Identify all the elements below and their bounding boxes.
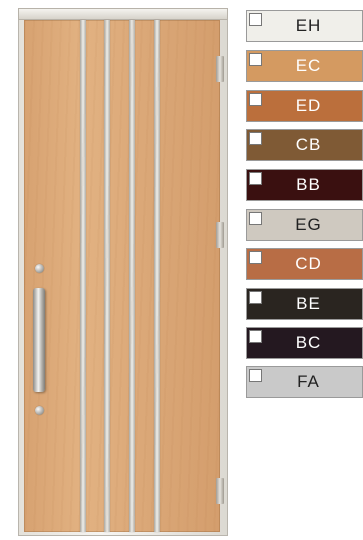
color-swatch-eh[interactable]: EH: [246, 10, 363, 42]
color-swatch-eg[interactable]: EG: [246, 209, 363, 241]
color-swatch-ed[interactable]: ED: [246, 90, 363, 122]
swatch-label: CD: [295, 254, 322, 273]
door-hinge: [216, 222, 224, 248]
door-slat-groove: [80, 20, 86, 532]
color-swatch-cd[interactable]: CD: [246, 248, 363, 280]
door-lock-cylinder: [35, 406, 44, 415]
color-swatch-bc[interactable]: BC: [246, 327, 363, 359]
door-frame-header: [18, 8, 228, 20]
color-swatch-bb[interactable]: BB: [246, 169, 363, 201]
color-swatch-ec[interactable]: EC: [246, 50, 363, 82]
color-swatch-be[interactable]: BE: [246, 288, 363, 320]
swatch-label: BE: [296, 294, 321, 313]
swatch-label: EC: [295, 56, 322, 75]
door-hinge: [216, 478, 224, 504]
swatch-label: FA: [297, 372, 320, 391]
swatch-label: EH: [295, 16, 322, 35]
door-handle: [33, 288, 45, 392]
swatch-label: CB: [295, 135, 322, 154]
swatch-label: BB: [296, 175, 321, 194]
color-swatch-cb[interactable]: CB: [246, 129, 363, 161]
swatch-label: ED: [295, 96, 322, 115]
door-slat-groove: [154, 20, 160, 532]
door-hinge: [216, 56, 224, 82]
door-slat-groove: [104, 20, 110, 532]
swatch-label: BC: [295, 333, 322, 352]
swatch-label: EG: [295, 215, 322, 234]
color-swatch-fa[interactable]: FA: [246, 366, 363, 398]
door-lock-cylinder: [35, 264, 44, 273]
door-leaf: [24, 20, 220, 532]
door-slat-groove: [129, 20, 135, 532]
